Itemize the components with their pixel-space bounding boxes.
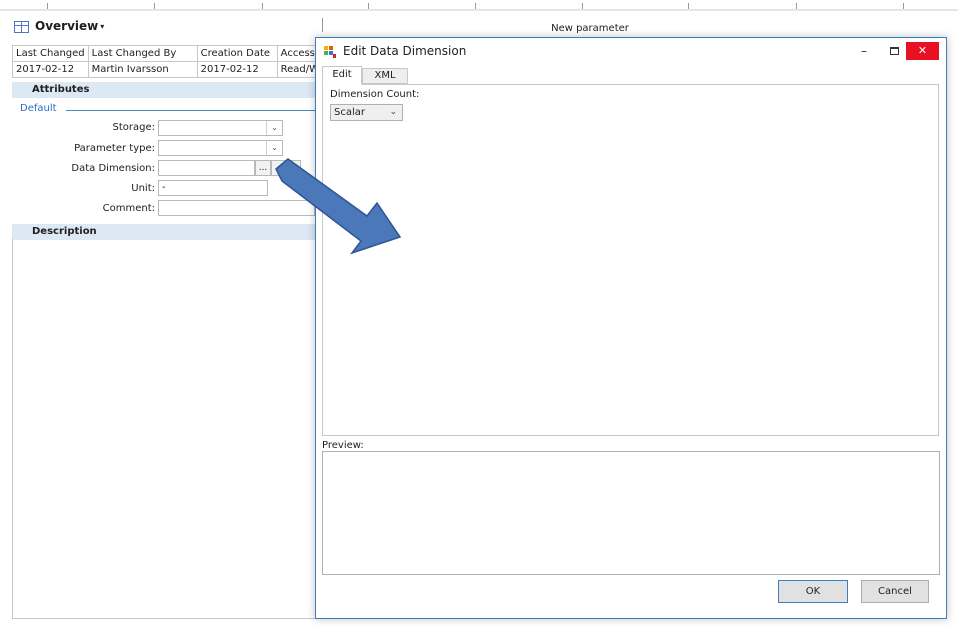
pointer-arrow — [275, 158, 402, 255]
table-header-row: Last Changed Last Changed By Creation Da… — [12, 45, 324, 62]
data-dimension-icon — [324, 46, 336, 58]
storage-combo[interactable]: ⌄ — [158, 120, 283, 136]
cancel-button[interactable]: Cancel — [861, 580, 929, 603]
edit-data-dimension-dialog: Edit Data Dimension – ✕ Edit XML Dimensi… — [315, 37, 947, 619]
panel-divider — [322, 18, 323, 32]
unit-label: Unit: — [131, 183, 155, 194]
dimension-count-select[interactable]: Scalar ⌄ — [330, 104, 403, 121]
overview-title: Overview — [35, 19, 99, 33]
description-textarea[interactable] — [12, 239, 316, 619]
top-ruler — [0, 0, 958, 12]
unit-field[interactable]: - — [158, 180, 268, 196]
default-group-label: Default — [20, 103, 57, 114]
ok-button[interactable]: OK — [778, 580, 848, 603]
dimension-count-value: Scalar — [334, 107, 365, 118]
table-row: 2017-02-12 Martin Ivarsson 2017-02-12 Re… — [12, 61, 324, 78]
chevron-down-icon: ▾ — [100, 22, 105, 31]
parameter-type-combo[interactable]: ⌄ — [158, 140, 283, 156]
chevron-down-icon[interactable]: ⌄ — [266, 121, 282, 135]
overview-dropdown[interactable]: Overview ▾ — [35, 19, 104, 33]
meta-table: Last Changed Last Changed By Creation Da… — [12, 45, 324, 78]
data-dimension-browse-button[interactable]: ... — [255, 160, 271, 176]
close-button[interactable]: ✕ — [906, 42, 939, 60]
attributes-section-header[interactable]: Attributes — [12, 82, 317, 98]
group-divider — [66, 110, 316, 111]
data-dimension-label: Data Dimension: — [71, 163, 155, 174]
comment-label: Comment: — [102, 203, 155, 214]
preview-box — [322, 451, 940, 575]
edit-panel: Dimension Count: Scalar ⌄ — [322, 84, 939, 436]
tab-xml[interactable]: XML — [362, 68, 408, 84]
table-icon — [14, 21, 29, 33]
chevron-down-icon[interactable]: ⌄ — [266, 141, 282, 155]
cell-creation-date: 2017-02-12 — [196, 61, 278, 78]
cell-last-changed-by: Martin Ivarsson — [87, 61, 198, 78]
new-parameter-title: New parameter — [551, 23, 629, 34]
maximize-button[interactable] — [890, 47, 899, 55]
cell-last-changed: 2017-02-12 — [12, 61, 89, 78]
preview-label: Preview: — [322, 440, 364, 451]
header-last-changed-by: Last Changed By — [87, 45, 198, 62]
header-creation-date: Creation Date — [196, 45, 278, 62]
dialog-title: Edit Data Dimension — [343, 44, 467, 58]
data-dimension-field[interactable] — [158, 160, 255, 176]
dimension-count-label: Dimension Count: — [330, 89, 420, 100]
minimize-button[interactable]: – — [861, 45, 867, 57]
storage-label: Storage: — [112, 122, 156, 133]
header-last-changed: Last Changed — [12, 45, 89, 62]
parameter-type-label: Parameter type: — [74, 143, 155, 154]
tab-edit[interactable]: Edit — [322, 66, 362, 85]
chevron-down-icon: ⌄ — [389, 107, 397, 117]
